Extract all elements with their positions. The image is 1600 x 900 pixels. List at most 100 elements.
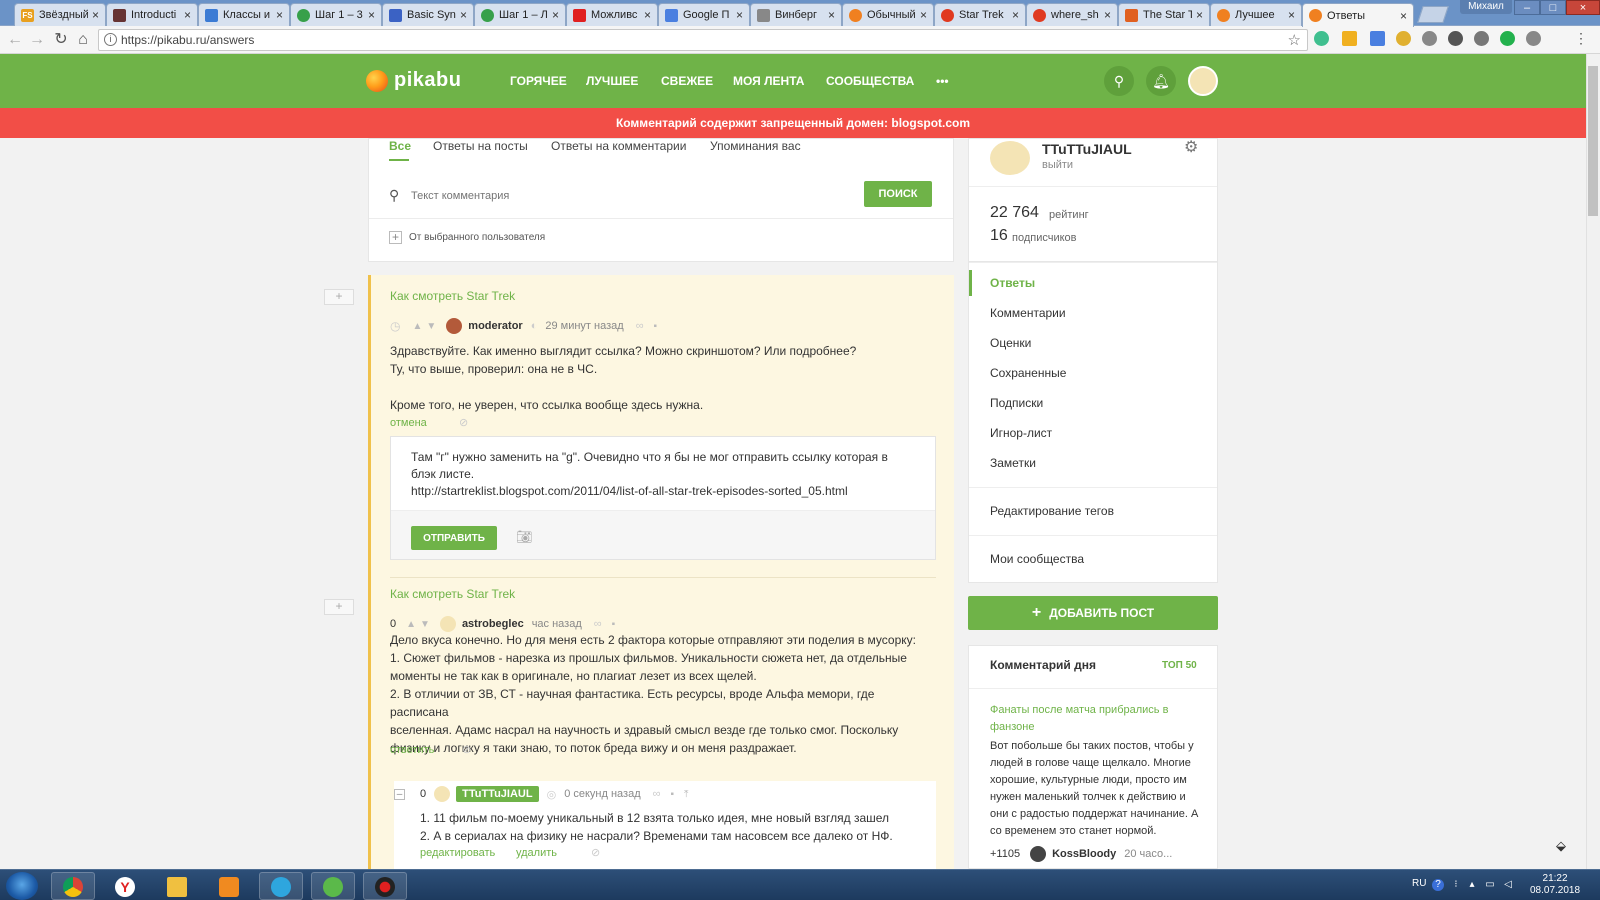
browser-tab[interactable]: Обычный × [842,3,934,26]
menu-item-notes[interactable]: Заметки [990,456,1036,470]
menu-item-my-communities[interactable]: Мои сообщества [990,552,1084,566]
scrollbar-thumb[interactable] [1588,66,1598,216]
network-icon[interactable]: ▭ [1484,879,1496,891]
menu-item-ratings[interactable]: Оценки [990,336,1031,350]
taskbar-app[interactable] [363,872,407,900]
tab-close-icon[interactable]: × [276,8,283,22]
nav-new[interactable]: СВЕЖЕЕ [661,74,713,88]
menu-item-ignore-list[interactable]: Игнор-лист [990,426,1052,440]
collapse-icon[interactable]: – [394,789,405,800]
browser-tab[interactable]: FS Звёздный × [14,3,106,26]
tab-close-icon[interactable]: × [1288,8,1295,22]
system-clock[interactable]: 21:22 08.07.2018 [1530,873,1580,897]
tab-close-icon[interactable]: × [184,8,191,22]
extension-icon[interactable] [1500,31,1515,46]
extension-icon[interactable] [1422,31,1437,46]
block-icon[interactable]: ⊘ [462,743,471,756]
link-icon[interactable]: ∞ [653,788,661,800]
top-50-link[interactable]: ТОП 50 [1162,660,1197,671]
taskbar-utorrent[interactable] [311,872,355,900]
site-logo[interactable]: pikabu [366,69,461,92]
tab-close-icon[interactable]: × [828,8,835,22]
browser-tab[interactable]: Лучшее × [1210,3,1302,26]
tab-close-icon[interactable]: × [1012,8,1019,22]
bookmark-star-icon[interactable]: ☆ [1288,31,1301,49]
tab-close-icon[interactable]: × [736,8,743,22]
help-icon[interactable]: ? [1432,879,1444,891]
start-button-icon[interactable] [6,872,38,900]
taskbar-yandex[interactable]: Y [103,872,147,900]
browser-tab[interactable]: Basic Synt × [382,3,474,26]
user-avatar[interactable] [1188,66,1218,96]
post-title-link[interactable]: Как смотреть Star Trek [390,587,515,601]
search-icon[interactable]: ⚲ [1104,66,1134,96]
nav-best[interactable]: ЛУЧШЕЕ [586,74,638,88]
tab-comment-replies[interactable]: Ответы на комментарии [551,139,686,153]
extension-icon[interactable] [1342,31,1357,46]
profile-name[interactable]: TTuTTuJIAUL [1042,141,1132,157]
edit-comment-link[interactable]: редактировать [420,847,495,859]
tab-close-icon[interactable]: × [1104,8,1111,22]
delete-comment-link[interactable]: удалить [516,847,557,859]
tray-expand-icon[interactable]: ▴ [1466,879,1478,891]
avatar[interactable] [446,318,463,334]
browser-menu-icon[interactable]: ⋮ [1574,30,1588,47]
browser-tab[interactable]: Star Trek × [934,3,1026,26]
back-arrow-icon[interactable]: ← [6,31,24,49]
address-bar[interactable]: i https://pikabu.ru/answers ☆ [98,29,1308,51]
notifications-bell-icon[interactable]: 🔔︎ [1146,66,1176,96]
tab-close-icon[interactable]: × [368,8,375,22]
window-profile-name[interactable]: Михаил [1460,0,1512,14]
menu-item-answers[interactable]: Ответы [990,276,1035,290]
minimize-window-icon[interactable]: – [1514,0,1540,15]
nav-communities[interactable]: СООБЩЕСТВА [826,74,914,88]
tab-close-icon[interactable]: × [920,8,927,22]
cancel-reply-link[interactable]: отмена [390,417,427,429]
downvote-icon[interactable]: ▼ [420,619,430,630]
volume-icon[interactable]: ◁ [1502,879,1514,891]
browser-tab[interactable]: where_sh × [1026,3,1118,26]
tab-close-icon[interactable]: × [644,8,651,22]
comment-search-input[interactable] [411,185,841,207]
avatar[interactable] [434,786,451,802]
tab-close-icon[interactable]: × [1196,8,1203,22]
tab-all[interactable]: Все [389,139,411,153]
new-tab-button[interactable] [1417,6,1449,23]
taskbar-telegram[interactable] [259,872,303,900]
save-icon[interactable]: ▪ [670,789,674,800]
maximize-window-icon[interactable]: □ [1540,0,1566,15]
post-title-link[interactable]: Как смотреть Star Trek [390,289,515,303]
reply-textarea[interactable]: Там "г" нужно заменить на "g". Очевидно … [411,449,911,500]
save-icon[interactable]: ▪ [612,619,616,630]
extension-icon[interactable] [1474,31,1489,46]
block-icon[interactable]: ⊘ [459,416,468,429]
add-post-button[interactable]: + ДОБАВИТЬ ПОСТ [968,596,1218,630]
browser-tab[interactable]: Google П × [658,3,750,26]
gear-icon[interactable]: ⚙ [1184,137,1198,157]
reply-link[interactable]: ответить [390,744,434,756]
comment-author-badge[interactable]: TTuTTuJIAUL [456,786,539,802]
upvote-icon[interactable]: ▲ [406,619,416,630]
upvote-icon[interactable]: ▲ [412,321,422,332]
tab-mentions[interactable]: Упоминания вас [710,139,801,153]
browser-tab[interactable]: Можливс × [566,3,658,26]
save-icon[interactable]: ▪ [654,321,658,332]
search-button[interactable]: ПОИСК [864,181,932,207]
send-reply-button[interactable]: ОТПРАВИТЬ [411,526,497,550]
reload-icon[interactable]: ↻ [52,31,70,49]
nav-hot[interactable]: ГОРЯЧЕЕ [510,74,567,88]
filter-by-user[interactable]: + От выбранного пользователя [389,231,545,244]
home-icon[interactable]: ⌂ [74,31,92,49]
browser-tab[interactable]: Introducti × [106,3,198,26]
avatar[interactable] [439,616,456,632]
extension-icon[interactable] [1314,31,1329,46]
extension-icon[interactable] [1396,31,1411,46]
camera-icon[interactable]: 📷︎ [516,529,533,545]
comment-author[interactable]: moderator [468,320,522,332]
block-icon[interactable]: ⊘ [591,846,600,859]
tab-close-icon[interactable]: × [1400,9,1407,23]
pin-icon[interactable]: ⤒ [684,789,688,800]
close-window-icon[interactable]: × [1566,0,1600,15]
expand-post-button[interactable]: + [324,289,354,305]
browser-tab[interactable]: The Star T × [1118,3,1210,26]
